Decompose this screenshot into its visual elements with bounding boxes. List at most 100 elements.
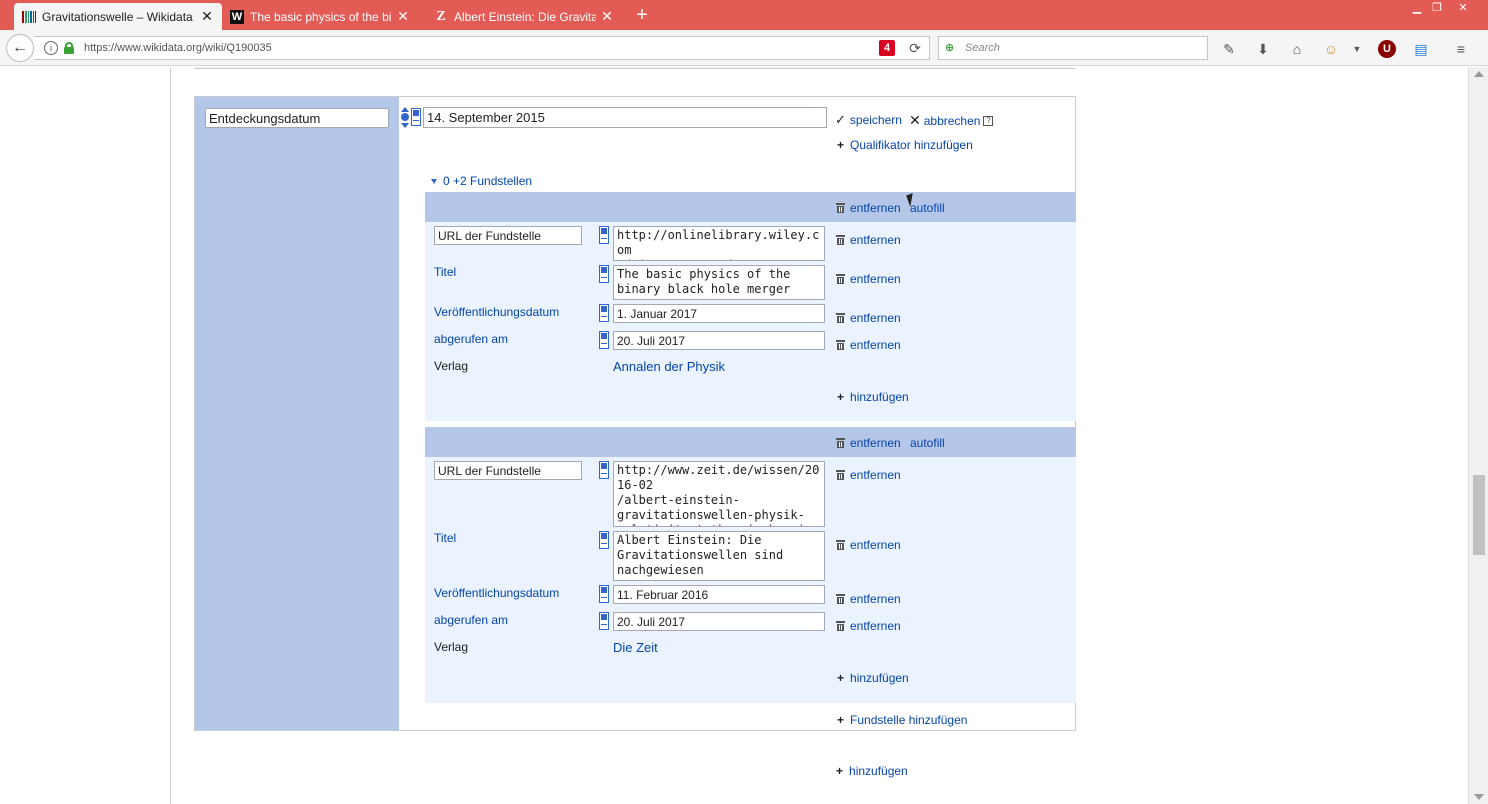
autofill-button[interactable]: autofill	[910, 436, 945, 450]
back-arrow-icon: ←	[12, 39, 28, 56]
retrieved-property-label[interactable]: abgerufen am	[434, 332, 508, 346]
remove-label: entfernen	[850, 338, 901, 352]
wiley-icon: W	[230, 9, 244, 24]
back-button[interactable]: ←	[6, 34, 34, 62]
remove-snak-button[interactable]: entfernen	[836, 338, 901, 352]
value-type-icon[interactable]	[599, 461, 609, 479]
minimize-icon[interactable]: ▁	[1406, 0, 1428, 18]
value-type-icon[interactable]	[599, 304, 609, 322]
retrieved-property-label[interactable]: abgerufen am	[434, 613, 508, 627]
publisher-value-link[interactable]: Annalen der Physik	[613, 359, 725, 374]
ublock-icon[interactable]: U	[1378, 40, 1396, 58]
property-input[interactable]	[205, 108, 389, 128]
add-value-button[interactable]: + hinzufügen	[836, 764, 908, 778]
add-value-label: hinzufügen	[849, 764, 908, 778]
value-type-icon[interactable]	[411, 108, 421, 126]
remove-label: entfernen	[850, 201, 901, 215]
remove-snak-button[interactable]: entfernen	[836, 538, 901, 552]
url-value-input[interactable]: http://www.zeit.de/wissen/2016-02 /alber…	[613, 461, 825, 527]
value-type-icon[interactable]	[599, 531, 609, 549]
value-type-icon[interactable]	[599, 226, 609, 244]
remove-reference-button[interactable]: entfernen	[836, 201, 901, 215]
title-value-input[interactable]: The basic physics of the binary black ho…	[613, 265, 825, 300]
dropdown-arrow-icon[interactable]: ▼	[1348, 40, 1366, 58]
add-reference-button[interactable]: + Fundstelle hinzufügen	[837, 713, 967, 727]
retrieved-value-input[interactable]	[613, 331, 825, 350]
reload-icon[interactable]: ⟳	[907, 40, 923, 57]
pubdate-value-input[interactable]	[613, 585, 825, 604]
publisher-property-label: Verlag	[434, 640, 469, 654]
add-snak-button[interactable]: + hinzufügen	[837, 390, 909, 404]
close-tab-icon[interactable]: ✕	[396, 8, 410, 25]
plus-icon: +	[837, 713, 845, 727]
url-property-input[interactable]	[434, 226, 582, 245]
download-icon[interactable]: ⬇	[1254, 40, 1272, 58]
remove-snak-button[interactable]: entfernen	[836, 468, 901, 482]
reference-header: entfernen autofill	[425, 192, 1076, 222]
pubdate-value-input[interactable]	[613, 304, 825, 323]
scroll-thumb[interactable]	[1473, 475, 1485, 555]
plus-icon: +	[837, 390, 845, 404]
remove-reference-button[interactable]: entfernen	[836, 436, 901, 450]
remove-snak-button[interactable]: entfernen	[836, 311, 901, 325]
help-icon[interactable]: ?	[983, 115, 994, 126]
tab-wikidata[interactable]: Gravitationswelle – Wikidata ✕	[14, 3, 222, 30]
save-button[interactable]: ✓ speichern	[835, 112, 902, 128]
info-icon[interactable]: i	[44, 41, 58, 55]
title-property-label[interactable]: Titel	[434, 265, 456, 279]
value-input[interactable]	[423, 107, 827, 128]
cancel-label: abbrechen	[923, 113, 981, 128]
trash-icon	[836, 621, 845, 631]
url-property-input[interactable]	[434, 461, 582, 480]
search-input[interactable]: ⊕ Search	[938, 36, 1208, 60]
remove-label: entfernen	[850, 233, 901, 247]
url-bar[interactable]: i https://www.wikidata.org/wiki/Q190035 …	[34, 36, 930, 60]
page-content: ✓ speichern ✕ abbrechen ? + Qualifikator…	[0, 67, 1468, 804]
tab-title: Gravitationswelle – Wikidata	[42, 9, 193, 24]
tab-zeit[interactable]: Z Albert Einstein: Die Gravitat ✕	[426, 3, 622, 30]
notification-badge[interactable]: 4	[879, 40, 895, 56]
rank-normal-icon	[401, 113, 409, 121]
title-value-input[interactable]: Albert Einstein: Die Gravitationswellen …	[613, 531, 825, 581]
remove-snak-button[interactable]: entfernen	[836, 592, 901, 606]
scroll-up-icon[interactable]	[1474, 71, 1484, 77]
close-tab-icon[interactable]: ✕	[200, 8, 214, 25]
value-type-icon[interactable]	[599, 331, 609, 349]
tab-wiley[interactable]: W The basic physics of the bina ✕	[222, 3, 418, 30]
remove-snak-button[interactable]: entfernen	[836, 233, 901, 247]
url-value-input[interactable]: http://onlinelibrary.wiley.com /doi/10.1…	[613, 226, 825, 261]
trash-icon	[836, 470, 845, 480]
restore-icon[interactable]: ❐	[1426, 0, 1448, 18]
rank-selector[interactable]	[400, 107, 410, 129]
document-icon[interactable]: ▤	[1412, 40, 1430, 58]
remove-snak-button[interactable]: entfernen	[836, 272, 901, 286]
pubdate-property-label[interactable]: Veröffentlichungsdatum	[434, 305, 559, 319]
title-property-label[interactable]: Titel	[434, 531, 456, 545]
avatar-icon[interactable]: ☺	[1322, 40, 1340, 58]
cancel-button[interactable]: ✕ abbrechen ?	[909, 112, 994, 129]
url-text[interactable]: https://www.wikidata.org/wiki/Q190035	[84, 42, 879, 54]
close-window-icon[interactable]: ✕	[1452, 0, 1474, 18]
close-tab-icon[interactable]: ✕	[600, 8, 614, 25]
extension-icon[interactable]: ✎	[1220, 40, 1238, 58]
value-type-icon[interactable]	[599, 265, 609, 283]
value-type-icon[interactable]	[599, 585, 609, 603]
trash-icon	[836, 340, 845, 350]
scroll-down-icon[interactable]	[1474, 794, 1484, 800]
home-icon[interactable]: ⌂	[1288, 40, 1306, 58]
pubdate-property-label[interactable]: Veröffentlichungsdatum	[434, 586, 559, 600]
new-tab-button[interactable]: +	[632, 4, 652, 26]
publisher-value-link[interactable]: Die Zeit	[613, 640, 658, 655]
trash-icon	[836, 438, 845, 448]
remove-snak-button[interactable]: entfernen	[836, 619, 901, 633]
plus-icon: +	[837, 138, 845, 152]
vertical-scrollbar[interactable]	[1468, 67, 1488, 804]
value-type-icon[interactable]	[599, 612, 609, 630]
retrieved-value-input[interactable]	[613, 612, 825, 631]
plus-icon: +	[837, 671, 845, 685]
menu-icon[interactable]: ≡	[1452, 40, 1470, 58]
add-snak-button[interactable]: + hinzufügen	[837, 671, 909, 685]
add-qualifier-button[interactable]: + Qualifikator hinzufügen	[837, 138, 973, 152]
references-toggle[interactable]: 0 +2 Fundstellen	[431, 174, 532, 188]
publisher-property-label: Verlag	[434, 359, 469, 373]
